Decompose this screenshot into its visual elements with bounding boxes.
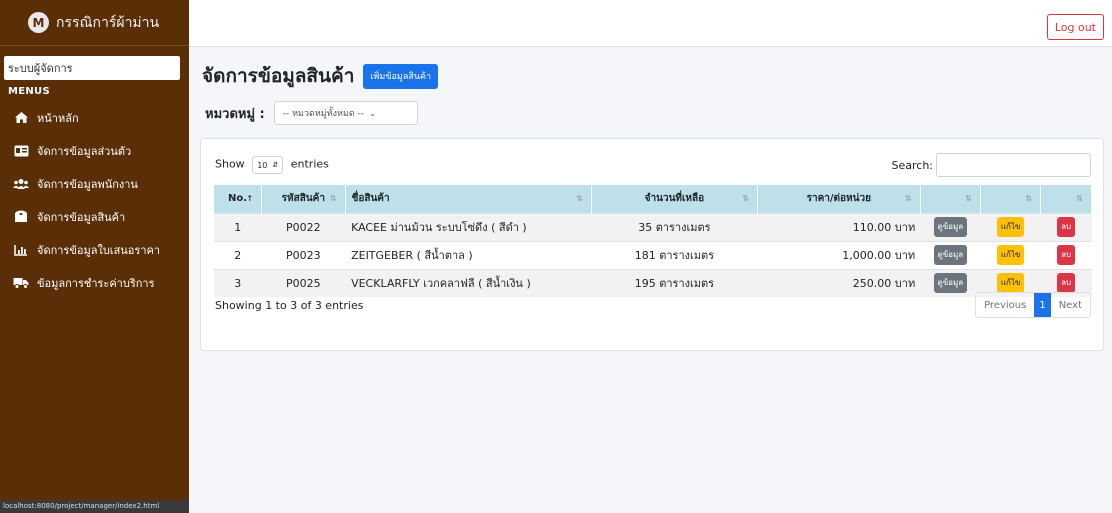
- cell-code: P0023: [261, 240, 346, 269]
- cell-name: KACEE ม่านม้วน ระบบโซ่ดึง ( สีดำ ): [345, 212, 592, 241]
- page-header: จัดการข้อมูลสินค้า เพิ่มข้อมูลสินค้า: [202, 61, 439, 91]
- cell-view: ดูข้อมูล: [920, 212, 981, 241]
- sidebar-item-label: ข้อมูลการชำระค่าบริการ: [37, 276, 155, 290]
- entries-length-value: 10: [257, 160, 268, 170]
- menus-heading: MENUS: [8, 86, 50, 97]
- entries-label: entries: [290, 157, 329, 171]
- cell-delete: ลบ: [1040, 212, 1092, 241]
- brand[interactable]: M กรรณิการ์ผ้าม่าน: [0, 0, 189, 46]
- page-title: จัดการข้อมูลสินค้า: [202, 65, 355, 87]
- sidebar-item-label: จัดการข้อมูลส่วนตัว: [37, 144, 132, 158]
- cell-edit: แก้ไข: [980, 240, 1041, 269]
- sort-icon: ⇅: [965, 194, 972, 203]
- sidebar-role-item[interactable]: ระบบผู้จัดการ: [4, 56, 180, 80]
- datatable-toolbar: Show 10 ⇵ entries Search:: [215, 153, 1091, 177]
- cell-delete: ลบ: [1040, 240, 1092, 269]
- sort-icon: ⇅: [905, 194, 912, 203]
- table-info: Showing 1 to 3 of 3 entries: [215, 298, 364, 312]
- cell-price: 110.00 บาท: [757, 212, 921, 241]
- col-header-name[interactable]: ชื่อสินค้า ⇅: [345, 185, 592, 213]
- cell-remaining: 181 ตารางเมตร: [591, 240, 758, 269]
- sort-icon: ⇅: [742, 194, 749, 203]
- sort-icon: ⇅: [576, 194, 583, 203]
- brand-name: กรรณิการ์ผ้าม่าน: [56, 14, 160, 31]
- col-header-price[interactable]: ราคา/ต่อหน่วย ⇅: [757, 185, 921, 213]
- updown-icon: ⇵: [272, 161, 279, 169]
- datatable-footer: Showing 1 to 3 of 3 entries Previous 1 N…: [215, 292, 1091, 318]
- delete-button[interactable]: ลบ: [1057, 273, 1076, 294]
- table-header-row: No. ↑ รหัสสินค้า ⇅ ชื่อสินค้า ⇅ จำนวนที่เหล…: [214, 185, 1092, 213]
- col-header-view[interactable]: ⇅: [920, 185, 981, 213]
- cell-view: ดูข้อมูล: [920, 240, 981, 269]
- topbar: Log out: [189, 0, 1112, 47]
- sidebar: M กรรณิการ์ผ้าม่าน ระบบผู้จัดการ MENUS ห…: [0, 0, 189, 513]
- sort-icon: ⇅: [329, 194, 337, 203]
- next-page-button[interactable]: Next: [1051, 293, 1090, 317]
- cell-price: 1,000.00 บาท: [757, 240, 921, 269]
- sidebar-item-label: จัดการข้อมูลสินค้า: [37, 210, 126, 224]
- brand-logo-icon: M: [28, 12, 49, 33]
- entries-length-select[interactable]: 10 ⇵: [252, 156, 284, 174]
- status-bar-url: localhost:8080/project/manager/index2.ht…: [0, 500, 189, 513]
- edit-button[interactable]: แก้ไข: [996, 217, 1025, 237]
- col-header-no[interactable]: No. ↑: [214, 185, 263, 213]
- sidebar-item-label: หน้าหลัก: [37, 111, 79, 125]
- length-control: Show 10 ⇵ entries: [215, 156, 329, 174]
- logout-button[interactable]: Log out: [1046, 14, 1104, 40]
- search-input[interactable]: [936, 153, 1091, 177]
- toilet-paper-icon: [13, 210, 29, 224]
- col-header-code[interactable]: รหัสสินค้า ⇅: [261, 185, 346, 213]
- category-filter-label: หมวดหมู่ :: [205, 106, 265, 122]
- users-icon: [13, 177, 29, 191]
- search-label: Search:: [891, 158, 934, 172]
- page-1-button[interactable]: 1: [1034, 293, 1051, 317]
- table-row: 1 P0022 KACEE ม่านม้วน ระบบโซ่ดึง ( สีดำ…: [214, 212, 1092, 241]
- sort-asc-icon: ↑: [246, 194, 254, 203]
- sort-icon: ⇅: [1025, 194, 1033, 203]
- sidebar-item-profile[interactable]: จัดการข้อมูลส่วนตัว: [0, 134, 189, 167]
- products-table: No. ↑ รหัสสินค้า ⇅ ชื่อสินค้า ⇅ จำนวนที่เหล…: [214, 185, 1092, 297]
- table-row: 2 P0023 ZEITGEBER ( สีน้ำตาล ) 181 ตาราง…: [214, 240, 1092, 269]
- edit-button[interactable]: แก้ไข: [996, 273, 1025, 294]
- show-label: Show: [215, 157, 245, 171]
- home-icon: [13, 111, 29, 125]
- sidebar-item-quotations[interactable]: จัดการข้อมูลใบเสนอราคา: [0, 233, 189, 266]
- col-header-delete[interactable]: ⇅: [1040, 185, 1092, 213]
- sidebar-item-payments[interactable]: ข้อมูลการชำระค่าบริการ: [0, 266, 189, 299]
- col-header-edit[interactable]: ⇅: [980, 185, 1042, 213]
- cell-no: 1: [214, 212, 262, 241]
- id-card-icon: [13, 144, 29, 158]
- chevron-down-icon: ⌄: [369, 108, 376, 118]
- view-button[interactable]: ดูข้อมูล: [933, 217, 968, 237]
- sidebar-item-label: จัดการข้อมูลใบเสนอราคา: [37, 243, 161, 257]
- sidebar-item-employees[interactable]: จัดการข้อมูลพนักงาน: [0, 167, 189, 200]
- products-card: Show 10 ⇵ entries Search: No. ↑ รหัสสินค้…: [200, 138, 1104, 351]
- pagination: Previous 1 Next: [975, 292, 1091, 318]
- category-filter: หมวดหมู่ : -- หมวดหมู่ทั้งหมด -- ⌄: [205, 101, 418, 125]
- previous-page-button[interactable]: Previous: [976, 293, 1034, 317]
- delete-button[interactable]: ลบ: [1057, 217, 1076, 237]
- category-select-value: -- หมวดหมู่ทั้งหมด --: [282, 109, 365, 119]
- truck-icon: [13, 276, 29, 290]
- cell-name: ZEITGEBER ( สีน้ำตาล ): [345, 240, 592, 269]
- main-content: จัดการข้อมูลสินค้า เพิ่มข้อมูลสินค้า หมว…: [189, 47, 1112, 513]
- sidebar-item-label: จัดการข้อมูลพนักงาน: [37, 177, 138, 191]
- search-control: Search:: [891, 153, 1091, 177]
- cell-remaining: 35 ตารางเมตร: [591, 212, 758, 241]
- col-header-remaining[interactable]: จำนวนที่เหลือ ⇅: [591, 185, 758, 213]
- category-select[interactable]: -- หมวดหมู่ทั้งหมด -- ⌄: [273, 101, 418, 125]
- add-product-button[interactable]: เพิ่มข้อมูลสินค้า: [363, 63, 439, 89]
- view-button[interactable]: ดูข้อมูล: [933, 245, 968, 265]
- sidebar-item-products[interactable]: จัดการข้อมูลสินค้า: [0, 200, 189, 233]
- view-button[interactable]: ดูข้อมูล: [933, 273, 968, 294]
- sidebar-item-home[interactable]: หน้าหลัก: [0, 101, 189, 134]
- cell-edit: แก้ไข: [980, 212, 1041, 241]
- edit-button[interactable]: แก้ไข: [996, 245, 1025, 265]
- cell-no: 2: [214, 240, 262, 269]
- cell-code: P0022: [261, 212, 346, 241]
- bar-chart-icon: [13, 243, 29, 257]
- delete-button[interactable]: ลบ: [1057, 245, 1076, 265]
- sort-icon: ⇅: [1076, 194, 1083, 203]
